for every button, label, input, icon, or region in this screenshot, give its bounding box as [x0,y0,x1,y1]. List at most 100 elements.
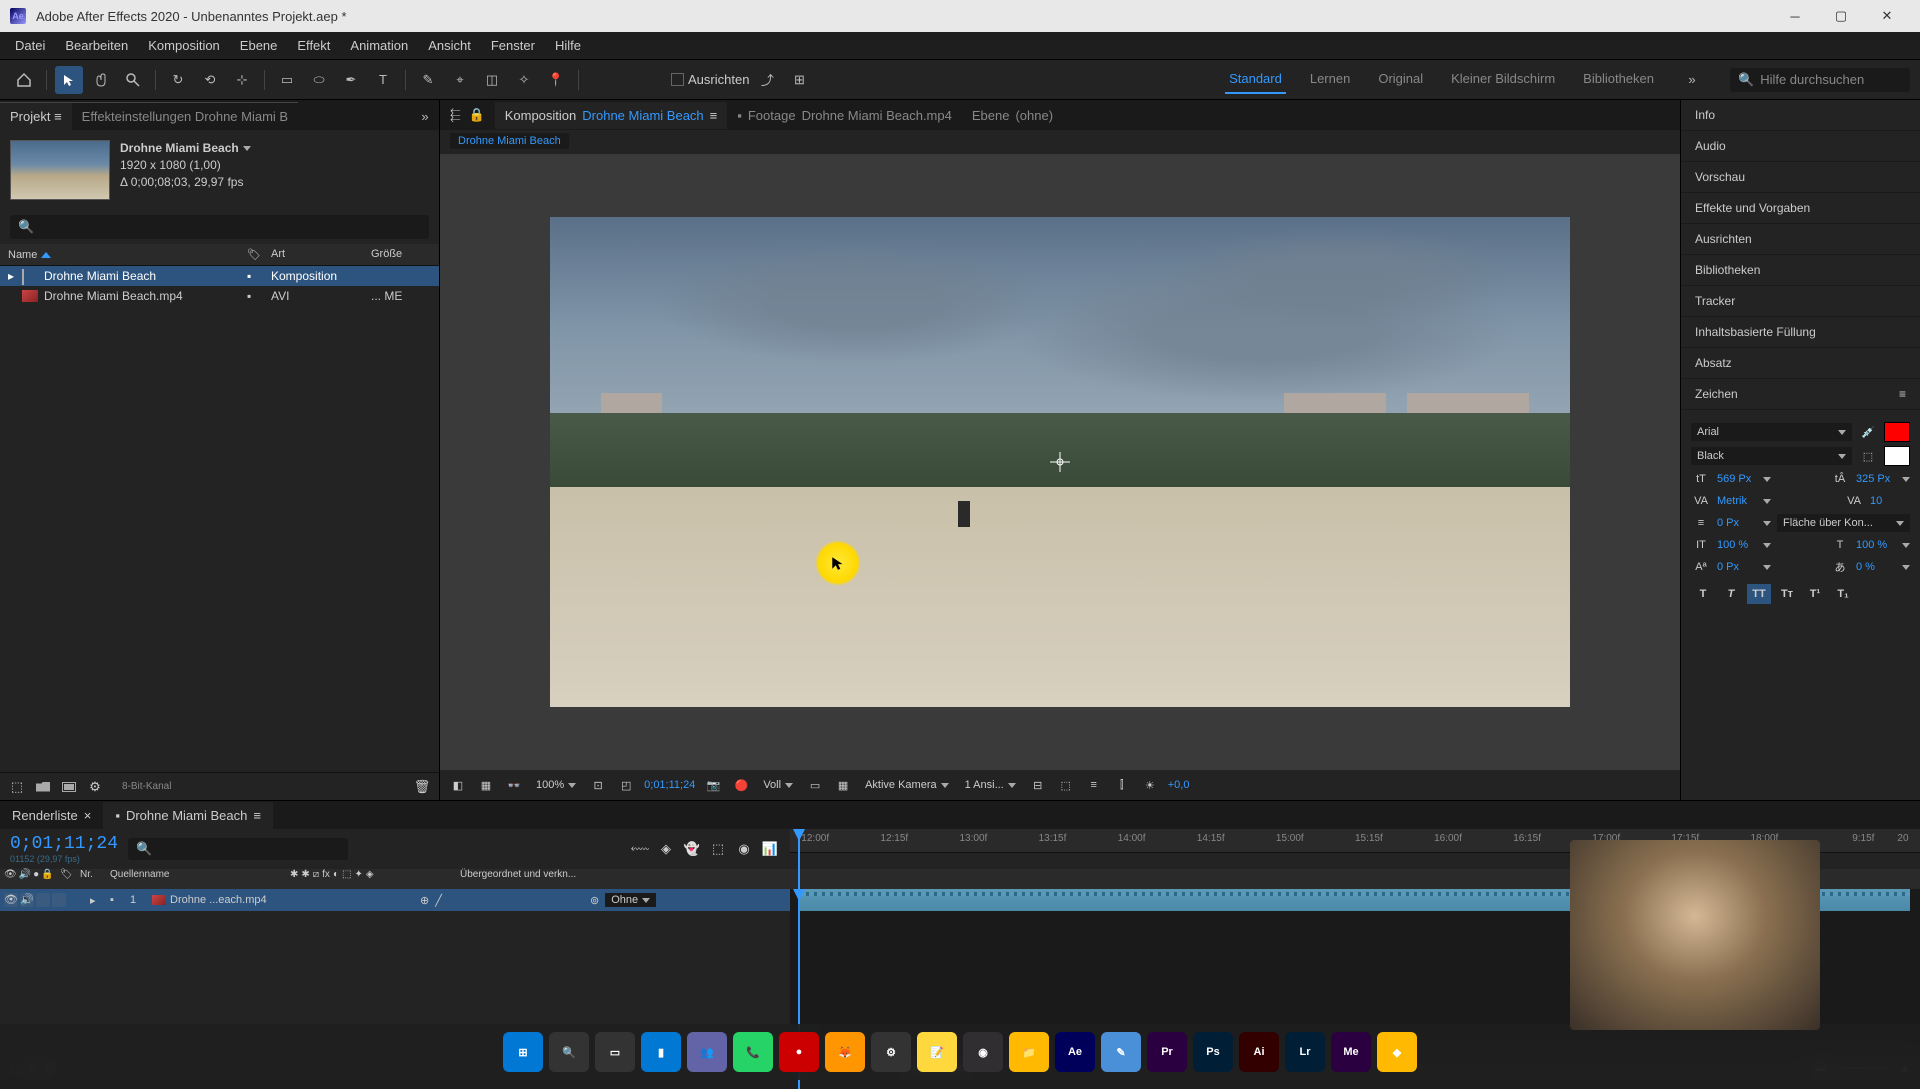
snap-options[interactable]: ⤴ [753,66,781,94]
taskbar-app-ai[interactable]: Ai [1239,1032,1279,1072]
panel-zeichen-header[interactable]: Zeichen≡ [1681,379,1920,410]
menu-ebene[interactable]: Ebene [230,34,288,57]
panel-absatz[interactable]: Absatz [1681,348,1920,379]
menu-bearbeiten[interactable]: Bearbeiten [55,34,138,57]
guides-button[interactable]: ▭ [805,775,825,795]
workspace-lernen[interactable]: Lernen [1306,65,1354,94]
composition-viewer[interactable] [440,154,1680,770]
menu-hilfe[interactable]: Hilfe [545,34,591,57]
hand-tool[interactable] [87,66,115,94]
puppet-tool[interactable]: 📍 [542,66,570,94]
kerning-value[interactable]: Metrik [1717,495,1757,507]
panel-bibliotheken[interactable]: Bibliotheken [1681,255,1920,286]
new-folder-button[interactable] [34,778,52,796]
stroke-width-value[interactable]: 0 Px [1717,517,1757,529]
panel-audio[interactable]: Audio [1681,131,1920,162]
layer-visibility-toggle[interactable]: 👁 [4,893,18,907]
exposure-value[interactable]: +0,0 [1168,779,1190,791]
layer-solo-toggle[interactable] [36,893,50,907]
vscale-value[interactable]: 100 % [1717,539,1757,551]
font-family-dropdown[interactable]: Arial [1691,423,1852,441]
bold-button[interactable]: T [1691,584,1715,604]
effects-settings-tab[interactable]: Effekteinstellungen Drohne Miami B [72,102,298,130]
eyedropper-icon[interactable]: 💉 [1858,423,1878,441]
taskbar-app-teams[interactable]: 👥 [687,1032,727,1072]
panel-ausrichten[interactable]: Ausrichten [1681,224,1920,255]
exposure-reset[interactable]: ☀ [1140,775,1160,795]
panel-effekte[interactable]: Effekte und Vorgaben [1681,193,1920,224]
home-button[interactable] [10,66,38,94]
taskbar-app-edge[interactable]: ▮ [641,1032,681,1072]
taskbar-app-rec[interactable]: ● [779,1032,819,1072]
grid-button[interactable]: ▦ [833,775,853,795]
taskbar-app-pr[interactable]: Pr [1147,1032,1187,1072]
parent-dropdown[interactable]: Ohne [605,893,656,907]
leading-value[interactable]: 325 Px [1856,473,1896,485]
frame-blend-button[interactable]: ⬚ [708,839,728,859]
lock-icon[interactable]: 🔒 [469,107,485,123]
layer-viewer-tab[interactable]: Ebene (ohne) [962,102,1063,129]
roi-button[interactable]: ◰ [616,775,636,795]
rotate-tool[interactable]: ⟲ [196,66,224,94]
taskbar-app-obs[interactable]: ◉ [963,1032,1003,1072]
maximize-button[interactable]: ▢ [1818,0,1864,32]
hscale-value[interactable]: 100 % [1856,539,1896,551]
font-size-value[interactable]: 569 Px [1717,473,1757,485]
resolution-icon[interactable]: ⊡ [588,775,608,795]
timeline-search[interactable]: 🔍 [128,838,348,860]
allcaps-button[interactable]: TT [1747,584,1771,604]
layer-lock-toggle[interactable] [52,893,66,907]
project-settings-button[interactable]: ⚙ [86,778,104,796]
menu-ansicht[interactable]: Ansicht [418,34,481,57]
stroke-option-dropdown[interactable]: Fläche über Kon... [1777,514,1910,532]
delete-button[interactable]: 🗑 [413,778,431,796]
no-fill-icon[interactable]: ⬚ [1858,447,1878,465]
taskbar-app-ps[interactable]: Ps [1193,1032,1233,1072]
viewer-timecode[interactable]: 0;01;11;24 [644,779,695,791]
workspace-standard[interactable]: Standard [1225,65,1286,94]
sort-icon[interactable] [41,252,51,258]
pen-tool[interactable]: ✒ [337,66,365,94]
anchor-tool[interactable]: ⊹ [228,66,256,94]
taskbar-app-ff[interactable]: 🦊 [825,1032,865,1072]
comp-breadcrumb[interactable]: Drohne Miami Beach [450,133,569,149]
motion-blur-button[interactable]: ◉ [734,839,754,859]
camera-dropdown[interactable]: Aktive Kamera [861,777,953,793]
workspace-original[interactable]: Original [1374,65,1427,94]
timeline-comp-tab[interactable]: ▪ Drohne Miami Beach ≡ [103,802,273,829]
italic-button[interactable]: T [1719,584,1743,604]
taskbar-app-ae[interactable]: Ae [1055,1032,1095,1072]
panel-info[interactable]: Info [1681,100,1920,131]
font-style-dropdown[interactable]: Black [1691,447,1852,465]
fast-preview-button[interactable]: ⬚ [1056,775,1076,795]
shape-ellipse-tool[interactable]: ⬭ [305,66,333,94]
chevron-down-icon[interactable] [243,146,251,151]
taskbar-app-notes[interactable]: 📝 [917,1032,957,1072]
taskbar-app-files[interactable]: 📁 [1009,1032,1049,1072]
bit-depth-label[interactable]: 8-Bit-Kanal [122,781,171,792]
anchor-point-icon[interactable] [1050,452,1070,472]
transparency-grid-button[interactable]: ▦ [476,775,496,795]
menu-fenster[interactable]: Fenster [481,34,545,57]
help-search[interactable]: 🔍 Hilfe durchsuchen [1730,68,1910,92]
taskbar-app-app2[interactable]: ✎ [1101,1032,1141,1072]
subscript-button[interactable]: T₁ [1831,584,1855,604]
always-preview-button[interactable]: ◧ [448,775,468,795]
shy-button[interactable]: 👻 [682,839,702,859]
zoom-tool[interactable] [119,66,147,94]
taskbar-app-win[interactable]: ⊞ [503,1032,543,1072]
render-queue-tab[interactable]: Renderliste × [0,802,103,829]
clone-tool[interactable]: ⌖ [446,66,474,94]
draft3d-button[interactable]: ◈ [656,839,676,859]
eraser-tool[interactable]: ◫ [478,66,506,94]
workspace-bibliotheken[interactable]: Bibliotheken [1579,65,1658,94]
orbit-tool[interactable]: ↻ [164,66,192,94]
panel-overflow[interactable]: » [411,102,439,130]
zoom-dropdown[interactable]: 100% [532,777,580,793]
interpret-footage-button[interactable]: ⬚ [8,778,26,796]
comp-flowchart-button[interactable]: ⬳ [630,839,650,859]
flowchart-button[interactable]: ⫿ [1112,775,1132,795]
type-tool[interactable]: T [369,66,397,94]
taskbar-app-wa[interactable]: 📞 [733,1032,773,1072]
menu-komposition[interactable]: Komposition [138,34,230,57]
